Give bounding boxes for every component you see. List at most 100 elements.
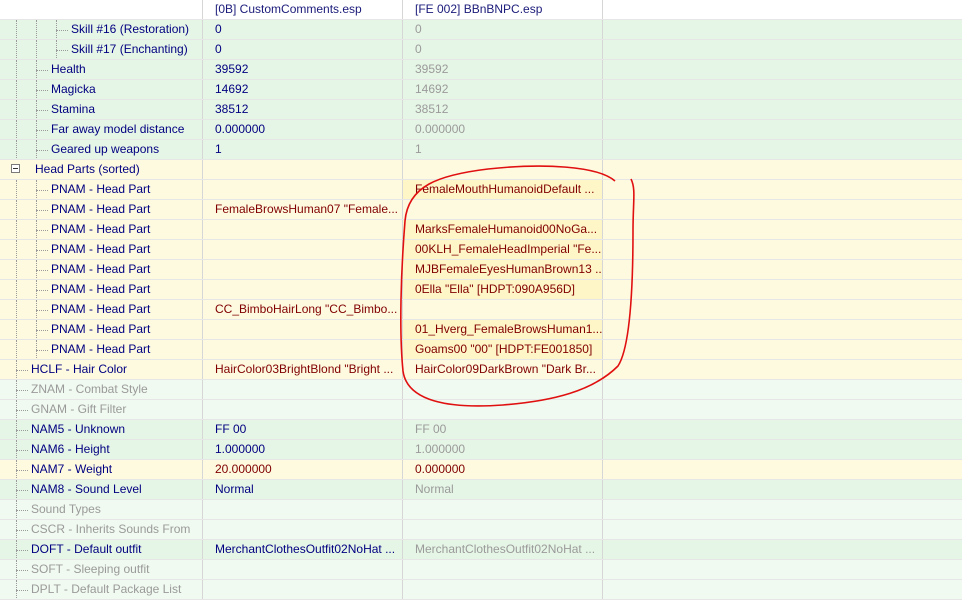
row-value-custom-comments[interactable] (203, 580, 403, 599)
tree-row[interactable]: PNAM - Head Part MarksFemaleHumanoid00NoG… (0, 220, 962, 240)
tree-row[interactable]: Head Parts (sorted) (0, 160, 962, 180)
row-value-custom-comments[interactable]: 0 (203, 40, 403, 59)
row-value-custom-comments[interactable] (203, 180, 403, 199)
row-value-custom-comments[interactable]: 1 (203, 140, 403, 159)
row-value-bbnbnpc[interactable] (403, 560, 603, 579)
tree-row[interactable]: ZNAM - Combat Style (0, 380, 962, 400)
column-header-bbnbnpc[interactable]: [FE 002] BBnBNPC.esp (403, 0, 603, 19)
tree-row[interactable]: PNAM - Head Part 00KLH_FemaleHeadImperial… (0, 240, 962, 260)
collapse-icon[interactable] (11, 164, 20, 173)
row-value-custom-comments[interactable]: 38512 (203, 100, 403, 119)
row-value-bbnbnpc[interactable]: 14692 (403, 80, 603, 99)
row-value-custom-comments[interactable]: Normal (203, 480, 403, 499)
row-value-bbnbnpc[interactable]: 0Ella "Ella" [HDPT:090A956D] (403, 280, 603, 299)
column-header-custom-comments[interactable]: [0B] CustomComments.esp (203, 0, 403, 19)
row-value-bbnbnpc[interactable]: 00KLH_FemaleHeadImperial "Fe... (403, 240, 603, 259)
row-value-custom-comments[interactable]: MerchantClothesOutfit02NoHat ... (203, 540, 403, 559)
row-value-bbnbnpc[interactable]: 0 (403, 20, 603, 39)
row-value-custom-comments[interactable] (203, 320, 403, 339)
tree-row[interactable]: DOFT - Default outfit MerchantClothesOutf… (0, 540, 962, 560)
row-value-bbnbnpc[interactable] (403, 300, 603, 319)
tree-row[interactable]: Skill #17 (Enchanting) 0 0 (0, 40, 962, 60)
tree-row[interactable]: Health 39592 39592 (0, 60, 962, 80)
row-value-bbnbnpc[interactable] (403, 500, 603, 519)
row-value-custom-comments[interactable] (203, 560, 403, 579)
tree-row[interactable]: Magicka 14692 14692 (0, 80, 962, 100)
tree-row[interactable]: Skill #16 (Restoration) 0 0 (0, 20, 962, 40)
row-value-custom-comments[interactable] (203, 280, 403, 299)
row-value-bbnbnpc[interactable]: Goams00 "00" [HDPT:FE001850] (403, 340, 603, 359)
tree-row[interactable]: PNAM - Head Part Goams00 "00" [HDPT:FE001… (0, 340, 962, 360)
row-value-bbnbnpc[interactable]: MarksFemaleHumanoid00NoGa... (403, 220, 603, 239)
row-value-bbnbnpc[interactable] (403, 400, 603, 419)
tree-row[interactable]: Far away model distance 0.000000 0.000000 (0, 120, 962, 140)
row-value-bbnbnpc[interactable]: 1.000000 (403, 440, 603, 459)
tree-row[interactable]: PNAM - Head Part FemaleBrowsHuman07 "Fema… (0, 200, 962, 220)
row-empty-cell (603, 160, 962, 179)
tree-row[interactable]: PNAM - Head Part CC_BimboHairLong "CC_Bim… (0, 300, 962, 320)
row-empty-cell (603, 200, 962, 219)
row-name-cell: ZNAM - Combat Style (0, 380, 203, 399)
row-value-bbnbnpc[interactable]: 1 (403, 140, 603, 159)
row-value-custom-comments[interactable]: 14692 (203, 80, 403, 99)
row-value-custom-comments[interactable] (203, 240, 403, 259)
tree-row[interactable]: PNAM - Head Part FemaleMouthHumanoidDefau… (0, 180, 962, 200)
tree-row[interactable]: NAM5 - Unknown FF 00 FF 00 (0, 420, 962, 440)
row-value-custom-comments[interactable] (203, 220, 403, 239)
tree-row[interactable]: NAM8 - Sound Level Normal Normal (0, 480, 962, 500)
row-value-bbnbnpc[interactable] (403, 160, 603, 179)
column-header-name[interactable] (0, 0, 203, 19)
tree-row[interactable]: Stamina 38512 38512 (0, 100, 962, 120)
row-empty-cell (603, 40, 962, 59)
tree-row[interactable]: NAM7 - Weight 20.000000 0.000000 (0, 460, 962, 480)
row-value-bbnbnpc[interactable]: Normal (403, 480, 603, 499)
row-value-bbnbnpc[interactable] (403, 580, 603, 599)
tree-row[interactable]: SOFT - Sleeping outfit (0, 560, 962, 580)
tree-row[interactable]: DPLT - Default Package List (0, 580, 962, 600)
row-value-custom-comments[interactable]: 0 (203, 20, 403, 39)
row-empty-cell (603, 340, 962, 359)
row-name-cell: PNAM - Head Part (0, 240, 203, 259)
row-name-cell: GNAM - Gift Filter (0, 400, 203, 419)
row-value-custom-comments[interactable]: CC_BimboHairLong "CC_Bimbo... (203, 300, 403, 319)
row-value-bbnbnpc[interactable]: MerchantClothesOutfit02NoHat ... (403, 540, 603, 559)
row-value-bbnbnpc[interactable]: 0.000000 (403, 120, 603, 139)
row-value-custom-comments[interactable]: 1.000000 (203, 440, 403, 459)
row-value-custom-comments[interactable] (203, 380, 403, 399)
row-value-custom-comments[interactable] (203, 500, 403, 519)
tree-row[interactable]: Geared up weapons 1 1 (0, 140, 962, 160)
row-value-bbnbnpc[interactable] (403, 380, 603, 399)
row-value-bbnbnpc[interactable]: FF 00 (403, 420, 603, 439)
row-value-custom-comments[interactable] (203, 260, 403, 279)
row-value-bbnbnpc[interactable]: FemaleMouthHumanoidDefault ... (403, 180, 603, 199)
row-value-bbnbnpc[interactable]: 39592 (403, 60, 603, 79)
tree-row[interactable]: PNAM - Head Part MJBFemaleEyesHumanBrown1… (0, 260, 962, 280)
row-value-custom-comments[interactable]: FF 00 (203, 420, 403, 439)
row-value-custom-comments[interactable] (203, 340, 403, 359)
row-name-cell: Skill #17 (Enchanting) (0, 40, 203, 59)
tree-row[interactable]: Sound Types (0, 500, 962, 520)
row-value-bbnbnpc[interactable] (403, 520, 603, 539)
row-value-bbnbnpc[interactable]: 38512 (403, 100, 603, 119)
row-value-custom-comments[interactable]: HairColor03BrightBlond "Bright ... (203, 360, 403, 379)
row-value-custom-comments[interactable]: FemaleBrowsHuman07 "Female... (203, 200, 403, 219)
tree-row[interactable]: PNAM - Head Part 01_Hverg_FemaleBrowsHuma… (0, 320, 962, 340)
tree-branch-line (16, 450, 28, 451)
row-value-bbnbnpc[interactable] (403, 200, 603, 219)
row-value-custom-comments[interactable] (203, 400, 403, 419)
row-value-custom-comments[interactable]: 20.000000 (203, 460, 403, 479)
row-value-bbnbnpc[interactable]: 01_Hverg_FemaleBrowsHuman1... (403, 320, 603, 339)
row-value-custom-comments[interactable]: 0.000000 (203, 120, 403, 139)
tree-row[interactable]: NAM6 - Height 1.000000 1.000000 (0, 440, 962, 460)
tree-row[interactable]: HCLF - Hair Color HairColor03BrightBlond … (0, 360, 962, 380)
row-value-bbnbnpc[interactable]: MJBFemaleEyesHumanBrown13 ... (403, 260, 603, 279)
row-value-custom-comments[interactable] (203, 160, 403, 179)
tree-row[interactable]: PNAM - Head Part 0Ella "Ella" [HDPT:090A9… (0, 280, 962, 300)
row-value-bbnbnpc[interactable]: HairColor09DarkBrown "Dark Br... (403, 360, 603, 379)
row-value-bbnbnpc[interactable]: 0 (403, 40, 603, 59)
tree-row[interactable]: GNAM - Gift Filter (0, 400, 962, 420)
row-value-custom-comments[interactable] (203, 520, 403, 539)
row-value-custom-comments[interactable]: 39592 (203, 60, 403, 79)
tree-row[interactable]: CSCR - Inherits Sounds From (0, 520, 962, 540)
row-value-bbnbnpc[interactable]: 0.000000 (403, 460, 603, 479)
